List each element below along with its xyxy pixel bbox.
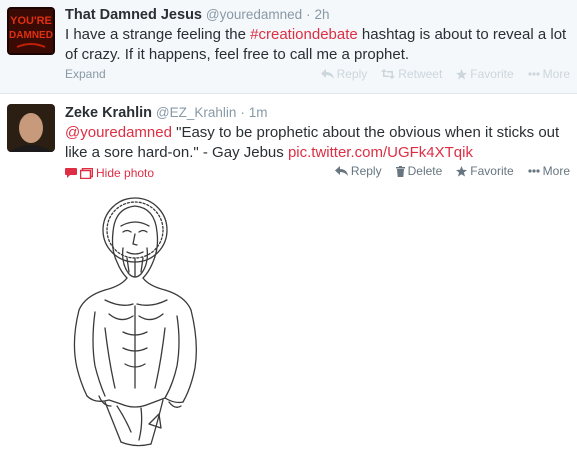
favorite-button[interactable]: Favorite <box>456 67 514 81</box>
author-name[interactable]: That Damned Jesus <box>65 7 202 23</box>
more-button[interactable]: More <box>528 67 570 81</box>
reply-icon <box>320 69 334 79</box>
tweet-header: That Damned Jesus @youredamned · 2h <box>65 7 330 23</box>
mention-link[interactable]: @youredamned <box>65 124 172 141</box>
favorite-label: Favorite <box>470 67 514 81</box>
tweet-photo[interactable] <box>65 192 215 454</box>
retweet-icon <box>381 69 396 79</box>
reply-label: Reply <box>336 67 368 81</box>
tweet-item[interactable]: Zeke Krahlin @EZ_Krahlin · 1m @youredamn… <box>0 94 577 456</box>
star-icon <box>456 165 468 176</box>
avatar[interactable] <box>7 104 55 152</box>
trash-icon <box>395 165 405 177</box>
more-button[interactable]: More <box>528 164 570 178</box>
author-handle[interactable]: @youredamned <box>206 7 302 22</box>
reply-label: Reply <box>350 164 382 178</box>
hide-photo-label: Hide photo <box>96 166 155 180</box>
dots-icon <box>528 72 540 76</box>
avatar-image <box>7 104 55 152</box>
delete-button[interactable]: Delete <box>395 164 443 178</box>
delete-label: Delete <box>407 164 443 178</box>
tweet-item[interactable]: YOU'RE DAMNED That Damned Jesus @youreda… <box>0 0 577 94</box>
hashtag-link[interactable]: #creationdebate <box>250 26 358 43</box>
tweet-timestamp[interactable]: 1m <box>249 105 268 120</box>
tweet-text: I have a strange feeling the #creationde… <box>65 25 570 65</box>
tweet-text: @youredamned "Easy to be prophetic about… <box>65 123 570 163</box>
avatar-image: YOU'RE DAMNED <box>7 7 55 55</box>
svg-text:DAMNED: DAMNED <box>9 30 53 41</box>
text-segment: I have a strange feeling the <box>65 26 251 43</box>
comment-icon <box>65 168 77 178</box>
reply-button[interactable]: Reply <box>320 67 368 81</box>
reply-icon <box>334 166 348 176</box>
dots-icon <box>528 169 540 173</box>
star-icon <box>456 68 468 79</box>
tweet-timestamp[interactable]: 2h <box>314 7 329 22</box>
more-label: More <box>542 164 570 178</box>
avatar-text: YOU'RE <box>10 15 52 27</box>
author-name[interactable]: Zeke Krahlin <box>65 105 152 121</box>
photo-icon <box>80 167 93 179</box>
hide-photo-button[interactable]: Hide photo <box>65 166 154 180</box>
author-handle[interactable]: @EZ_Krahlin <box>156 105 237 120</box>
tweet-header: Zeke Krahlin @EZ_Krahlin · 1m <box>65 105 268 121</box>
avatar[interactable]: YOU'RE DAMNED <box>7 7 55 55</box>
photo-link[interactable]: pic.twitter.com/UGFk4XTqik <box>288 144 473 161</box>
retweet-button[interactable]: Retweet <box>381 67 442 81</box>
tweet-actions: Reply Delete Favorite More <box>321 164 570 178</box>
more-label: More <box>542 67 570 81</box>
retweet-label: Retweet <box>398 67 443 81</box>
sketch-figure-image <box>73 197 197 447</box>
reply-button[interactable]: Reply <box>334 164 382 178</box>
favorite-button[interactable]: Favorite <box>456 164 514 178</box>
tweet-actions: Reply Retweet Favorite More <box>307 67 570 81</box>
favorite-label: Favorite <box>470 164 514 178</box>
expand-link[interactable]: Expand <box>65 67 106 81</box>
